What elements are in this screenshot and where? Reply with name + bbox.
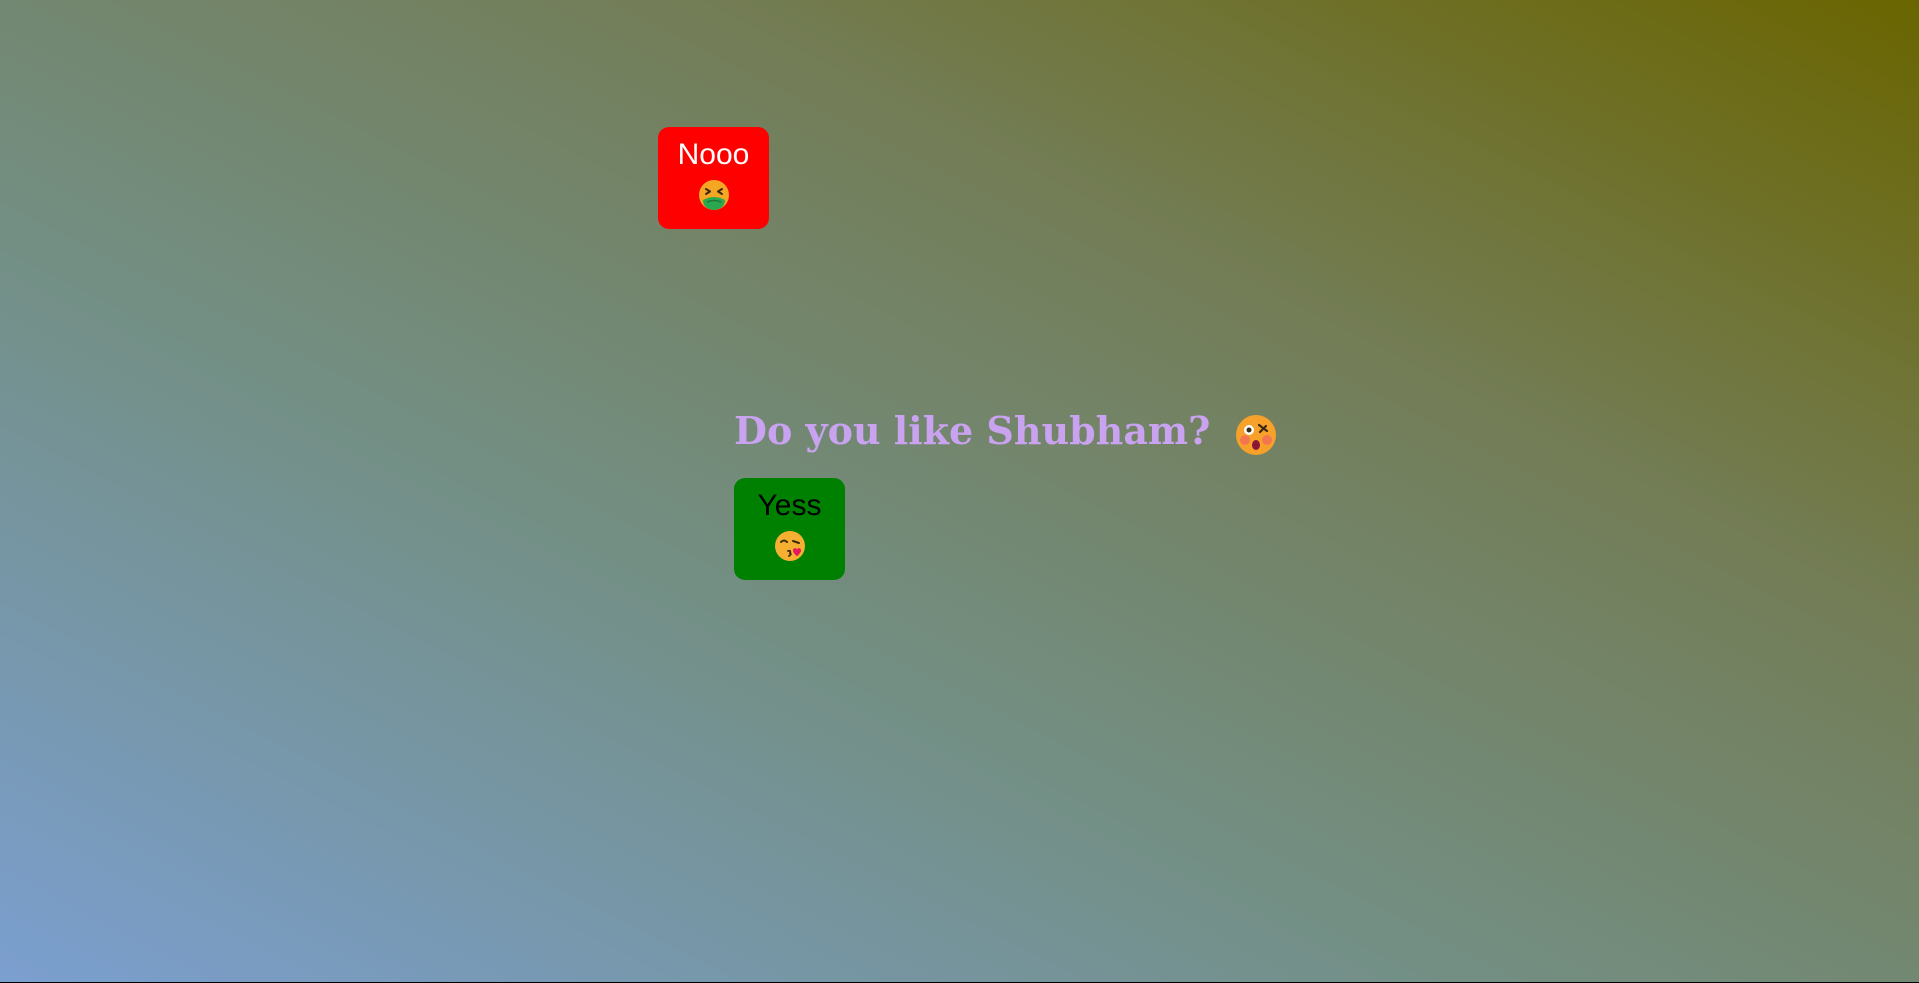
flushed-face-icon <box>1234 413 1278 457</box>
nauseated-face-icon <box>697 178 731 212</box>
question-text: Do you like Shubham? <box>734 408 1211 453</box>
face-blowing-kiss-icon <box>773 529 807 563</box>
yes-button-label: Yess <box>757 489 822 522</box>
no-button-label: Nooo <box>677 138 750 171</box>
page-background: Nooo Do you like Shubham? Yess <box>0 0 1919 982</box>
no-button[interactable]: Nooo <box>658 127 769 229</box>
question-heading: Do you like Shubham? <box>734 403 1278 459</box>
yes-button[interactable]: Yess <box>734 478 845 580</box>
